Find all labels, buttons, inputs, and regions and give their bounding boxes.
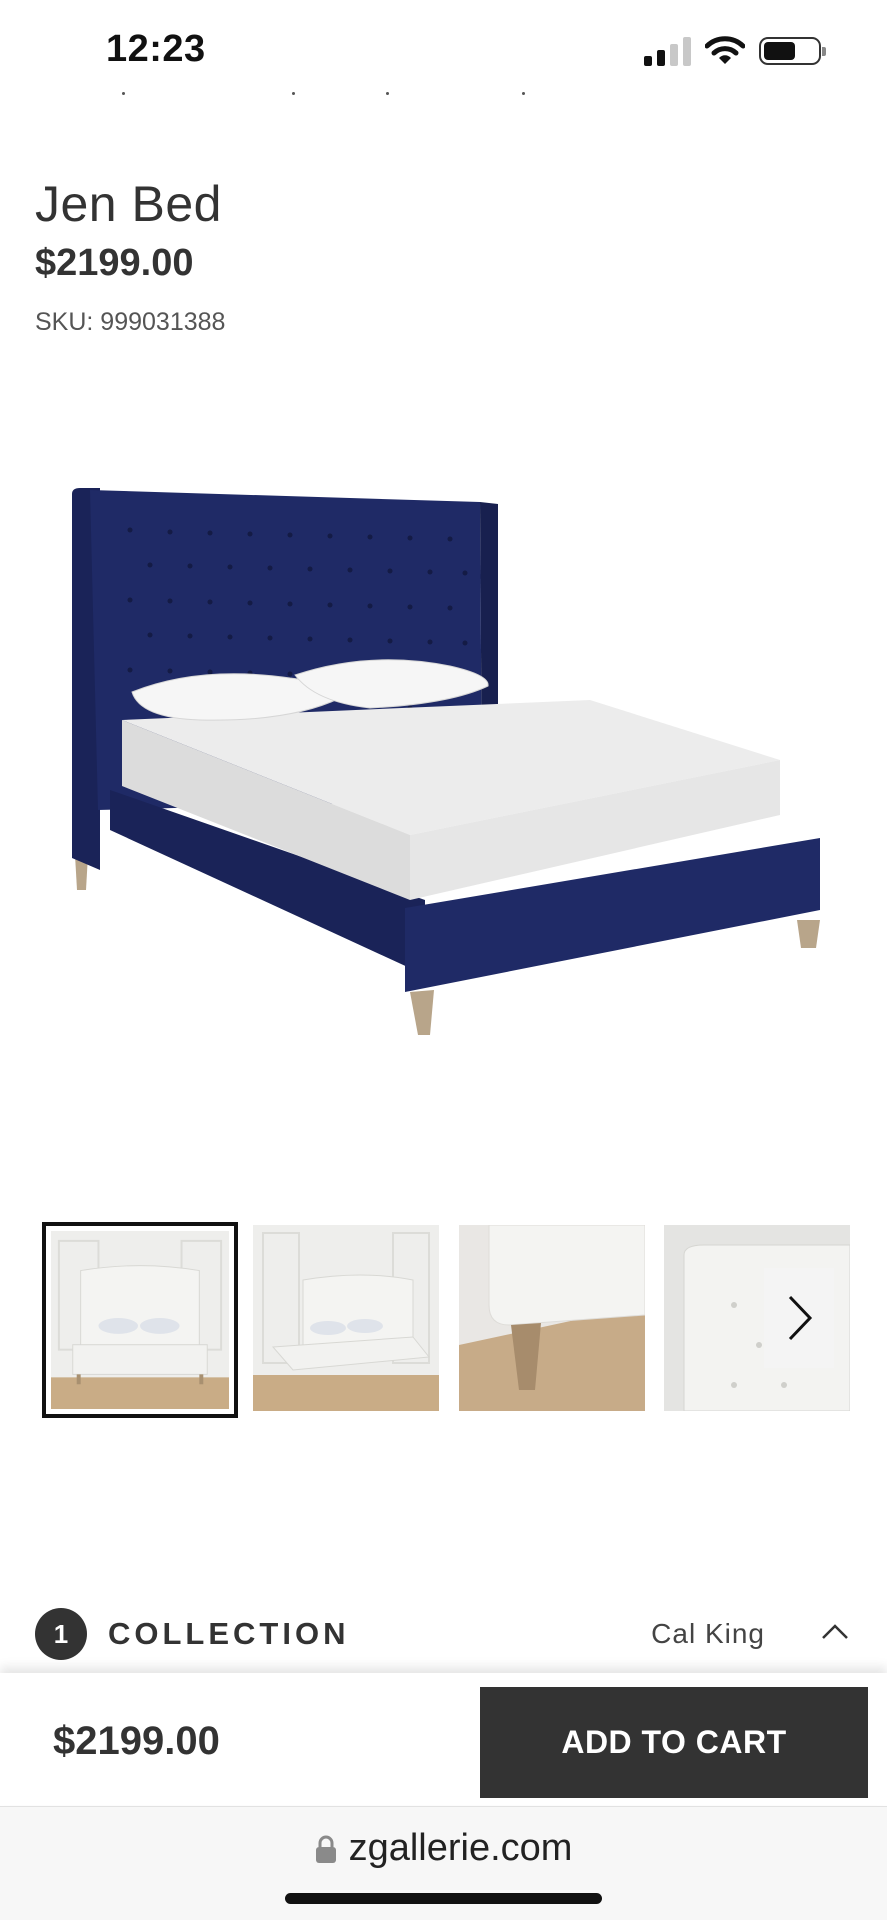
product-sku: SKU: 999031388 — [35, 308, 226, 336]
collection-selected-value: Cal King — [651, 1618, 765, 1649]
thumbnail-1-selected[interactable] — [42, 1222, 238, 1418]
cart-bar-price: $2199.00 — [53, 1719, 220, 1763]
product-price: $2199.00 — [35, 242, 194, 284]
nav-scroll-remnant — [0, 92, 887, 98]
cellular-signal-icon — [644, 36, 691, 66]
home-indicator[interactable] — [285, 1893, 602, 1904]
sticky-cart-bar: $2199.00 ADD TO CART — [0, 1673, 887, 1805]
product-title: Jen Bed — [35, 176, 222, 232]
thumbnail-strip — [42, 1222, 852, 1418]
chevron-right-icon — [788, 1295, 813, 1341]
add-to-cart-button[interactable]: ADD TO CART — [480, 1687, 868, 1798]
browser-url-bar[interactable]: zgallerie.com — [0, 1806, 887, 1920]
battery-icon — [759, 37, 826, 65]
status-time: 12:23 — [106, 28, 206, 70]
collection-label: COLLECTION — [108, 1616, 350, 1651]
wifi-icon — [705, 36, 745, 64]
url-text: zgallerie.com — [348, 1827, 573, 1869]
main-product-image[interactable] — [50, 470, 840, 1050]
collection-accordion-header[interactable]: 1 COLLECTION Cal King — [35, 1600, 855, 1660]
lock-icon — [315, 1835, 336, 1863]
status-bar: 12:23 — [0, 0, 887, 100]
step-number-badge: 1 — [35, 1608, 87, 1660]
status-icons — [644, 36, 826, 66]
chevron-up-icon — [822, 1624, 848, 1639]
thumbnails-next-button[interactable] — [764, 1268, 834, 1368]
thumbnail-3[interactable] — [459, 1225, 645, 1411]
thumbnail-2[interactable] — [253, 1225, 439, 1411]
